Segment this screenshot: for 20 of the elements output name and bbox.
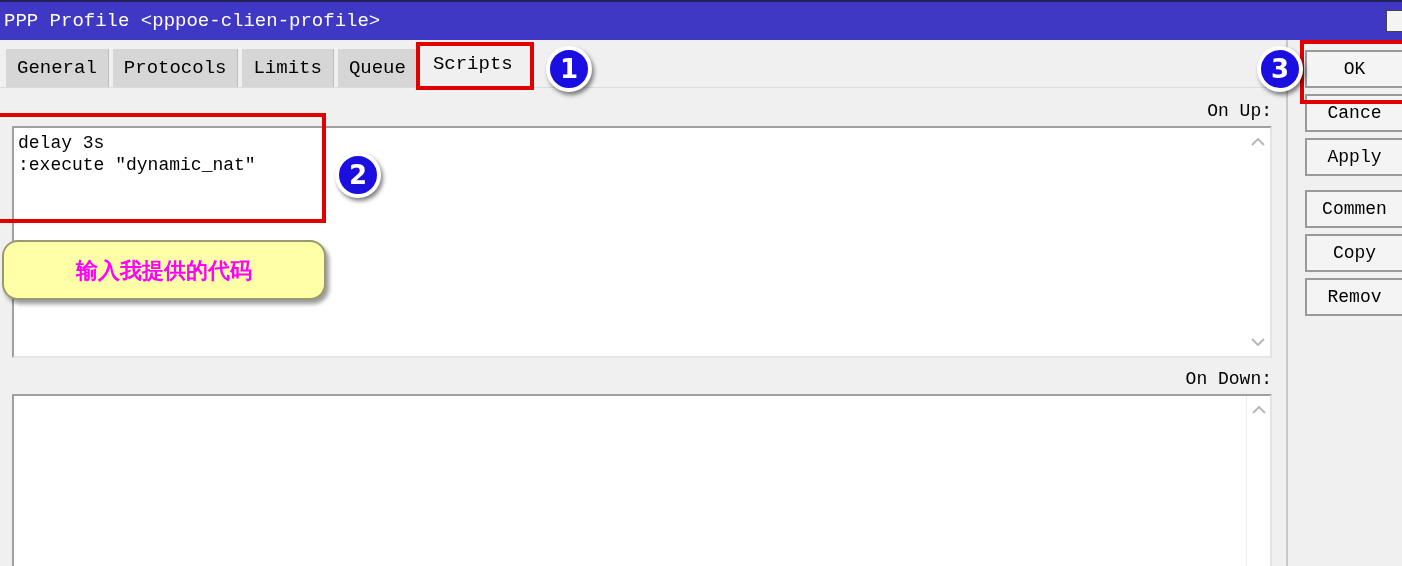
tab[interactable]: Limits	[242, 49, 334, 87]
step-marker: 1	[546, 46, 592, 92]
callout-note: 输入我提供的代码	[2, 240, 326, 300]
close-icon[interactable]	[1386, 10, 1402, 32]
dialog-button[interactable]: Apply	[1305, 138, 1402, 176]
scroll-up-icon[interactable]	[1251, 138, 1265, 146]
step-marker: 3	[1257, 46, 1303, 92]
dialog-button[interactable]: Remov	[1305, 278, 1402, 316]
dialog-button[interactable]: Commen	[1305, 190, 1402, 228]
field-label: On Down:	[1185, 370, 1272, 391]
tab[interactable]: Queue	[337, 49, 418, 87]
tab[interactable]: General	[6, 49, 109, 87]
script-field[interactable]	[12, 394, 1272, 566]
dialog-button[interactable]: Copy	[1305, 234, 1402, 272]
scroll-up-icon[interactable]	[1251, 406, 1266, 414]
tab[interactable]: Protocols	[112, 49, 239, 87]
scroll-down-icon[interactable]	[1251, 338, 1265, 346]
window-title: PPP Profile <pppoe-clien-profile>	[3, 8, 381, 34]
field-label: On Up:	[1207, 102, 1272, 123]
dialog-button[interactable]: OK	[1305, 50, 1402, 88]
